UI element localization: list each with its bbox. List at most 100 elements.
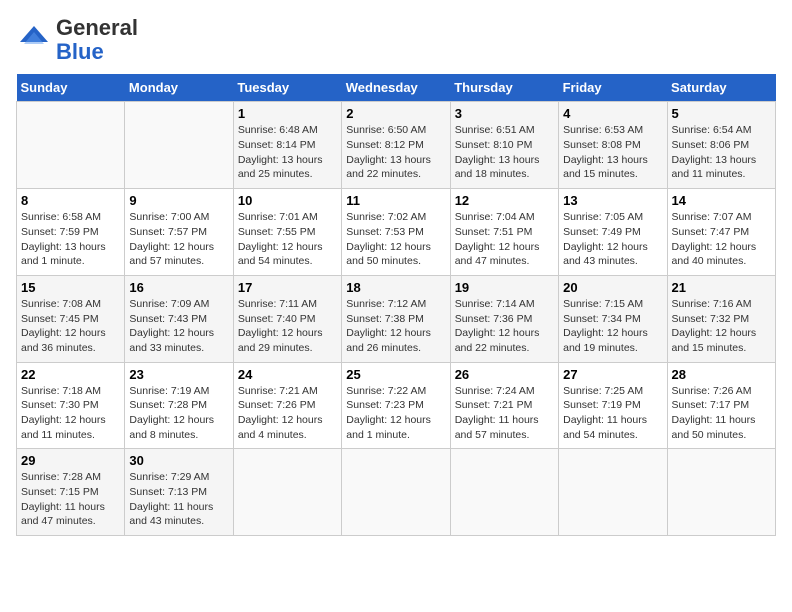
- day-number: 3: [455, 106, 554, 121]
- calendar-day-cell: [559, 449, 667, 536]
- day-info: Sunrise: 7:00 AMSunset: 7:57 PMDaylight:…: [129, 211, 214, 267]
- calendar-day-cell: 1 Sunrise: 6:48 AMSunset: 8:14 PMDaylight…: [233, 102, 341, 189]
- calendar-day-cell: 8 Sunrise: 6:58 AMSunset: 7:59 PMDaylight…: [17, 189, 125, 276]
- calendar-week-row: 1 Sunrise: 6:48 AMSunset: 8:14 PMDaylight…: [17, 102, 776, 189]
- day-of-week-header: Thursday: [450, 74, 558, 102]
- logo-icon: [16, 22, 52, 58]
- calendar-day-cell: 5 Sunrise: 6:54 AMSunset: 8:06 PMDaylight…: [667, 102, 775, 189]
- day-number: 10: [238, 193, 337, 208]
- calendar-body: 1 Sunrise: 6:48 AMSunset: 8:14 PMDaylight…: [17, 102, 776, 536]
- day-number: 24: [238, 367, 337, 382]
- day-info: Sunrise: 7:08 AMSunset: 7:45 PMDaylight:…: [21, 298, 106, 354]
- day-of-week-header: Friday: [559, 74, 667, 102]
- calendar-table: SundayMondayTuesdayWednesdayThursdayFrid…: [16, 74, 776, 536]
- day-info: Sunrise: 7:18 AMSunset: 7:30 PMDaylight:…: [21, 385, 106, 441]
- day-info: Sunrise: 6:54 AMSunset: 8:06 PMDaylight:…: [672, 124, 757, 180]
- day-number: 30: [129, 453, 228, 468]
- calendar-day-cell: 4 Sunrise: 6:53 AMSunset: 8:08 PMDaylight…: [559, 102, 667, 189]
- day-number: 8: [21, 193, 120, 208]
- day-number: 27: [563, 367, 662, 382]
- calendar-day-cell: 21 Sunrise: 7:16 AMSunset: 7:32 PMDayligh…: [667, 275, 775, 362]
- day-number: 1: [238, 106, 337, 121]
- day-info: Sunrise: 7:16 AMSunset: 7:32 PMDaylight:…: [672, 298, 757, 354]
- day-info: Sunrise: 7:24 AMSunset: 7:21 PMDaylight:…: [455, 385, 539, 441]
- day-info: Sunrise: 7:11 AMSunset: 7:40 PMDaylight:…: [238, 298, 323, 354]
- day-of-week-header: Monday: [125, 74, 233, 102]
- calendar-day-cell: 17 Sunrise: 7:11 AMSunset: 7:40 PMDayligh…: [233, 275, 341, 362]
- calendar-day-cell: [125, 102, 233, 189]
- day-info: Sunrise: 7:02 AMSunset: 7:53 PMDaylight:…: [346, 211, 431, 267]
- day-of-week-header: Sunday: [17, 74, 125, 102]
- calendar-day-cell: 14 Sunrise: 7:07 AMSunset: 7:47 PMDayligh…: [667, 189, 775, 276]
- calendar-day-cell: 28 Sunrise: 7:26 AMSunset: 7:17 PMDayligh…: [667, 362, 775, 449]
- day-info: Sunrise: 7:21 AMSunset: 7:26 PMDaylight:…: [238, 385, 323, 441]
- day-info: Sunrise: 7:26 AMSunset: 7:17 PMDaylight:…: [672, 385, 756, 441]
- calendar-week-row: 15 Sunrise: 7:08 AMSunset: 7:45 PMDayligh…: [17, 275, 776, 362]
- calendar-day-cell: 12Sunrise: 7:04 AMSunset: 7:51 PMDayligh…: [450, 189, 558, 276]
- calendar-day-cell: [667, 449, 775, 536]
- day-number: 11: [346, 193, 445, 208]
- day-info: Sunrise: 7:29 AMSunset: 7:13 PMDaylight:…: [129, 471, 213, 527]
- calendar-day-cell: [233, 449, 341, 536]
- day-info: Sunrise: 7:19 AMSunset: 7:28 PMDaylight:…: [129, 385, 214, 441]
- day-of-week-header: Saturday: [667, 74, 775, 102]
- day-number: 21: [672, 280, 771, 295]
- calendar-day-cell: 23 Sunrise: 7:19 AMSunset: 7:28 PMDayligh…: [125, 362, 233, 449]
- day-number: 22: [21, 367, 120, 382]
- day-number: 26: [455, 367, 554, 382]
- calendar-day-cell: 30 Sunrise: 7:29 AMSunset: 7:13 PMDayligh…: [125, 449, 233, 536]
- day-number: 20: [563, 280, 662, 295]
- calendar-day-cell: 25 Sunrise: 7:22 AMSunset: 7:23 PMDayligh…: [342, 362, 450, 449]
- day-of-week-header: Wednesday: [342, 74, 450, 102]
- calendar-day-cell: 2 Sunrise: 6:50 AMSunset: 8:12 PMDaylight…: [342, 102, 450, 189]
- day-info: Sunrise: 7:01 AMSunset: 7:55 PMDaylight:…: [238, 211, 323, 267]
- day-number: 25: [346, 367, 445, 382]
- calendar-day-cell: 10 Sunrise: 7:01 AMSunset: 7:55 PMDayligh…: [233, 189, 341, 276]
- day-number: 28: [672, 367, 771, 382]
- calendar-day-cell: 15 Sunrise: 7:08 AMSunset: 7:45 PMDayligh…: [17, 275, 125, 362]
- calendar-day-cell: 24 Sunrise: 7:21 AMSunset: 7:26 PMDayligh…: [233, 362, 341, 449]
- day-number: 4: [563, 106, 662, 121]
- day-info: Sunrise: 6:48 AMSunset: 8:14 PMDaylight:…: [238, 124, 323, 180]
- day-info: Sunrise: 6:58 AMSunset: 7:59 PMDaylight:…: [21, 211, 106, 267]
- day-info: Sunrise: 7:14 AMSunset: 7:36 PMDaylight:…: [455, 298, 540, 354]
- day-number: 2: [346, 106, 445, 121]
- calendar-day-cell: [450, 449, 558, 536]
- calendar-day-cell: 19 Sunrise: 7:14 AMSunset: 7:36 PMDayligh…: [450, 275, 558, 362]
- logo-general-text: General: [56, 15, 138, 40]
- day-number: 23: [129, 367, 228, 382]
- day-info: Sunrise: 7:12 AMSunset: 7:38 PMDaylight:…: [346, 298, 431, 354]
- day-number: 13: [563, 193, 662, 208]
- day-number: 19: [455, 280, 554, 295]
- calendar-day-cell: 9Sunrise: 7:00 AMSunset: 7:57 PMDaylight…: [125, 189, 233, 276]
- calendar-day-cell: [17, 102, 125, 189]
- day-number: 17: [238, 280, 337, 295]
- calendar-day-cell: 3 Sunrise: 6:51 AMSunset: 8:10 PMDaylight…: [450, 102, 558, 189]
- calendar-week-row: 22 Sunrise: 7:18 AMSunset: 7:30 PMDayligh…: [17, 362, 776, 449]
- day-number: 29: [21, 453, 120, 468]
- day-info: Sunrise: 7:15 AMSunset: 7:34 PMDaylight:…: [563, 298, 648, 354]
- calendar-week-row: 29Sunrise: 7:28 AMSunset: 7:15 PMDayligh…: [17, 449, 776, 536]
- calendar-header-row: SundayMondayTuesdayWednesdayThursdayFrid…: [17, 74, 776, 102]
- day-info: Sunrise: 7:25 AMSunset: 7:19 PMDaylight:…: [563, 385, 647, 441]
- page-header: General Blue: [16, 16, 776, 64]
- day-info: Sunrise: 6:51 AMSunset: 8:10 PMDaylight:…: [455, 124, 540, 180]
- calendar-day-cell: 18 Sunrise: 7:12 AMSunset: 7:38 PMDayligh…: [342, 275, 450, 362]
- day-number: 15: [21, 280, 120, 295]
- calendar-day-cell: [342, 449, 450, 536]
- day-info: Sunrise: 6:53 AMSunset: 8:08 PMDaylight:…: [563, 124, 648, 180]
- day-of-week-header: Tuesday: [233, 74, 341, 102]
- calendar-day-cell: 20 Sunrise: 7:15 AMSunset: 7:34 PMDayligh…: [559, 275, 667, 362]
- day-number: 5: [672, 106, 771, 121]
- calendar-day-cell: 27 Sunrise: 7:25 AMSunset: 7:19 PMDayligh…: [559, 362, 667, 449]
- day-number: 14: [672, 193, 771, 208]
- day-info: Sunrise: 6:50 AMSunset: 8:12 PMDaylight:…: [346, 124, 431, 180]
- calendar-week-row: 8 Sunrise: 6:58 AMSunset: 7:59 PMDaylight…: [17, 189, 776, 276]
- day-info: Sunrise: 7:07 AMSunset: 7:47 PMDaylight:…: [672, 211, 757, 267]
- day-info: Sunrise: 7:09 AMSunset: 7:43 PMDaylight:…: [129, 298, 214, 354]
- day-info: Sunrise: 7:22 AMSunset: 7:23 PMDaylight:…: [346, 385, 431, 441]
- calendar-day-cell: 13Sunrise: 7:05 AMSunset: 7:49 PMDayligh…: [559, 189, 667, 276]
- day-number: 18: [346, 280, 445, 295]
- calendar-day-cell: 26 Sunrise: 7:24 AMSunset: 7:21 PMDayligh…: [450, 362, 558, 449]
- calendar-day-cell: 22 Sunrise: 7:18 AMSunset: 7:30 PMDayligh…: [17, 362, 125, 449]
